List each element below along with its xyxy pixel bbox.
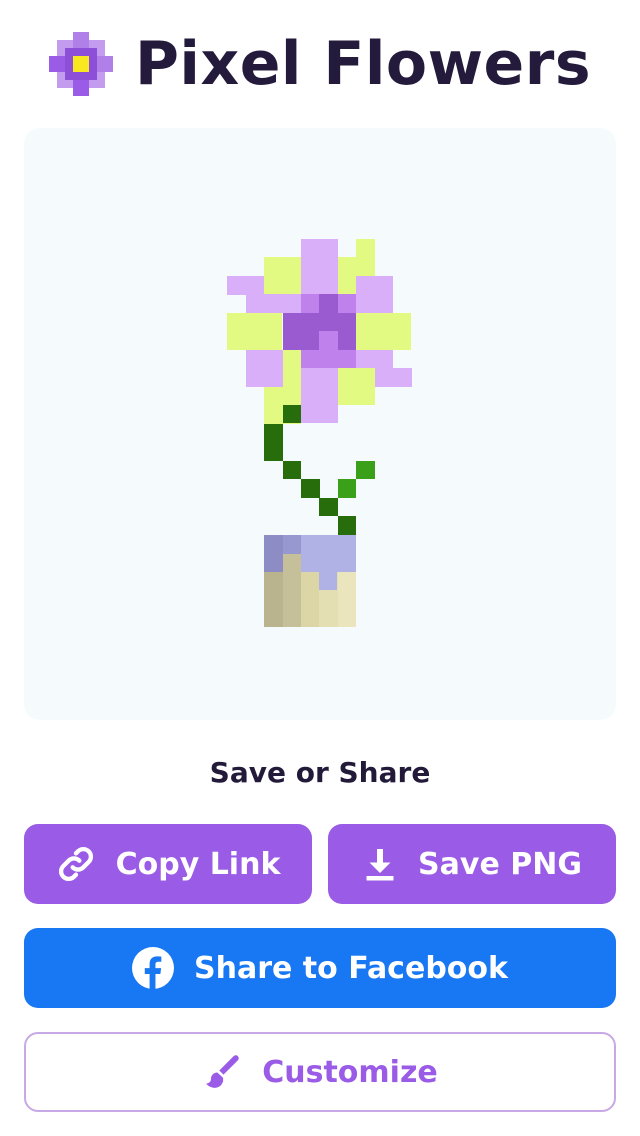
save-share-heading: Save or Share (209, 756, 431, 789)
app-title: Pixel Flowers (134, 29, 592, 99)
save-png-button[interactable]: Save PNG (328, 824, 616, 904)
customize-button[interactable]: Customize (24, 1032, 616, 1112)
copy-link-label: Copy Link (115, 846, 281, 882)
pixel-flower-logo-icon (48, 32, 113, 96)
facebook-icon (132, 947, 175, 989)
download-icon (362, 846, 398, 882)
link-icon (56, 844, 96, 884)
share-facebook-label: Share to Facebook (194, 950, 508, 986)
app-header: Pixel Flowers (0, 24, 640, 104)
pixel-flower-art (227, 239, 412, 627)
save-png-label: Save PNG (418, 846, 582, 882)
paintbrush-icon (202, 1052, 242, 1092)
flower-canvas (24, 128, 616, 720)
customize-label: Customize (262, 1054, 438, 1090)
share-facebook-button[interactable]: Share to Facebook (24, 928, 616, 1008)
copy-link-button[interactable]: Copy Link (24, 824, 312, 904)
